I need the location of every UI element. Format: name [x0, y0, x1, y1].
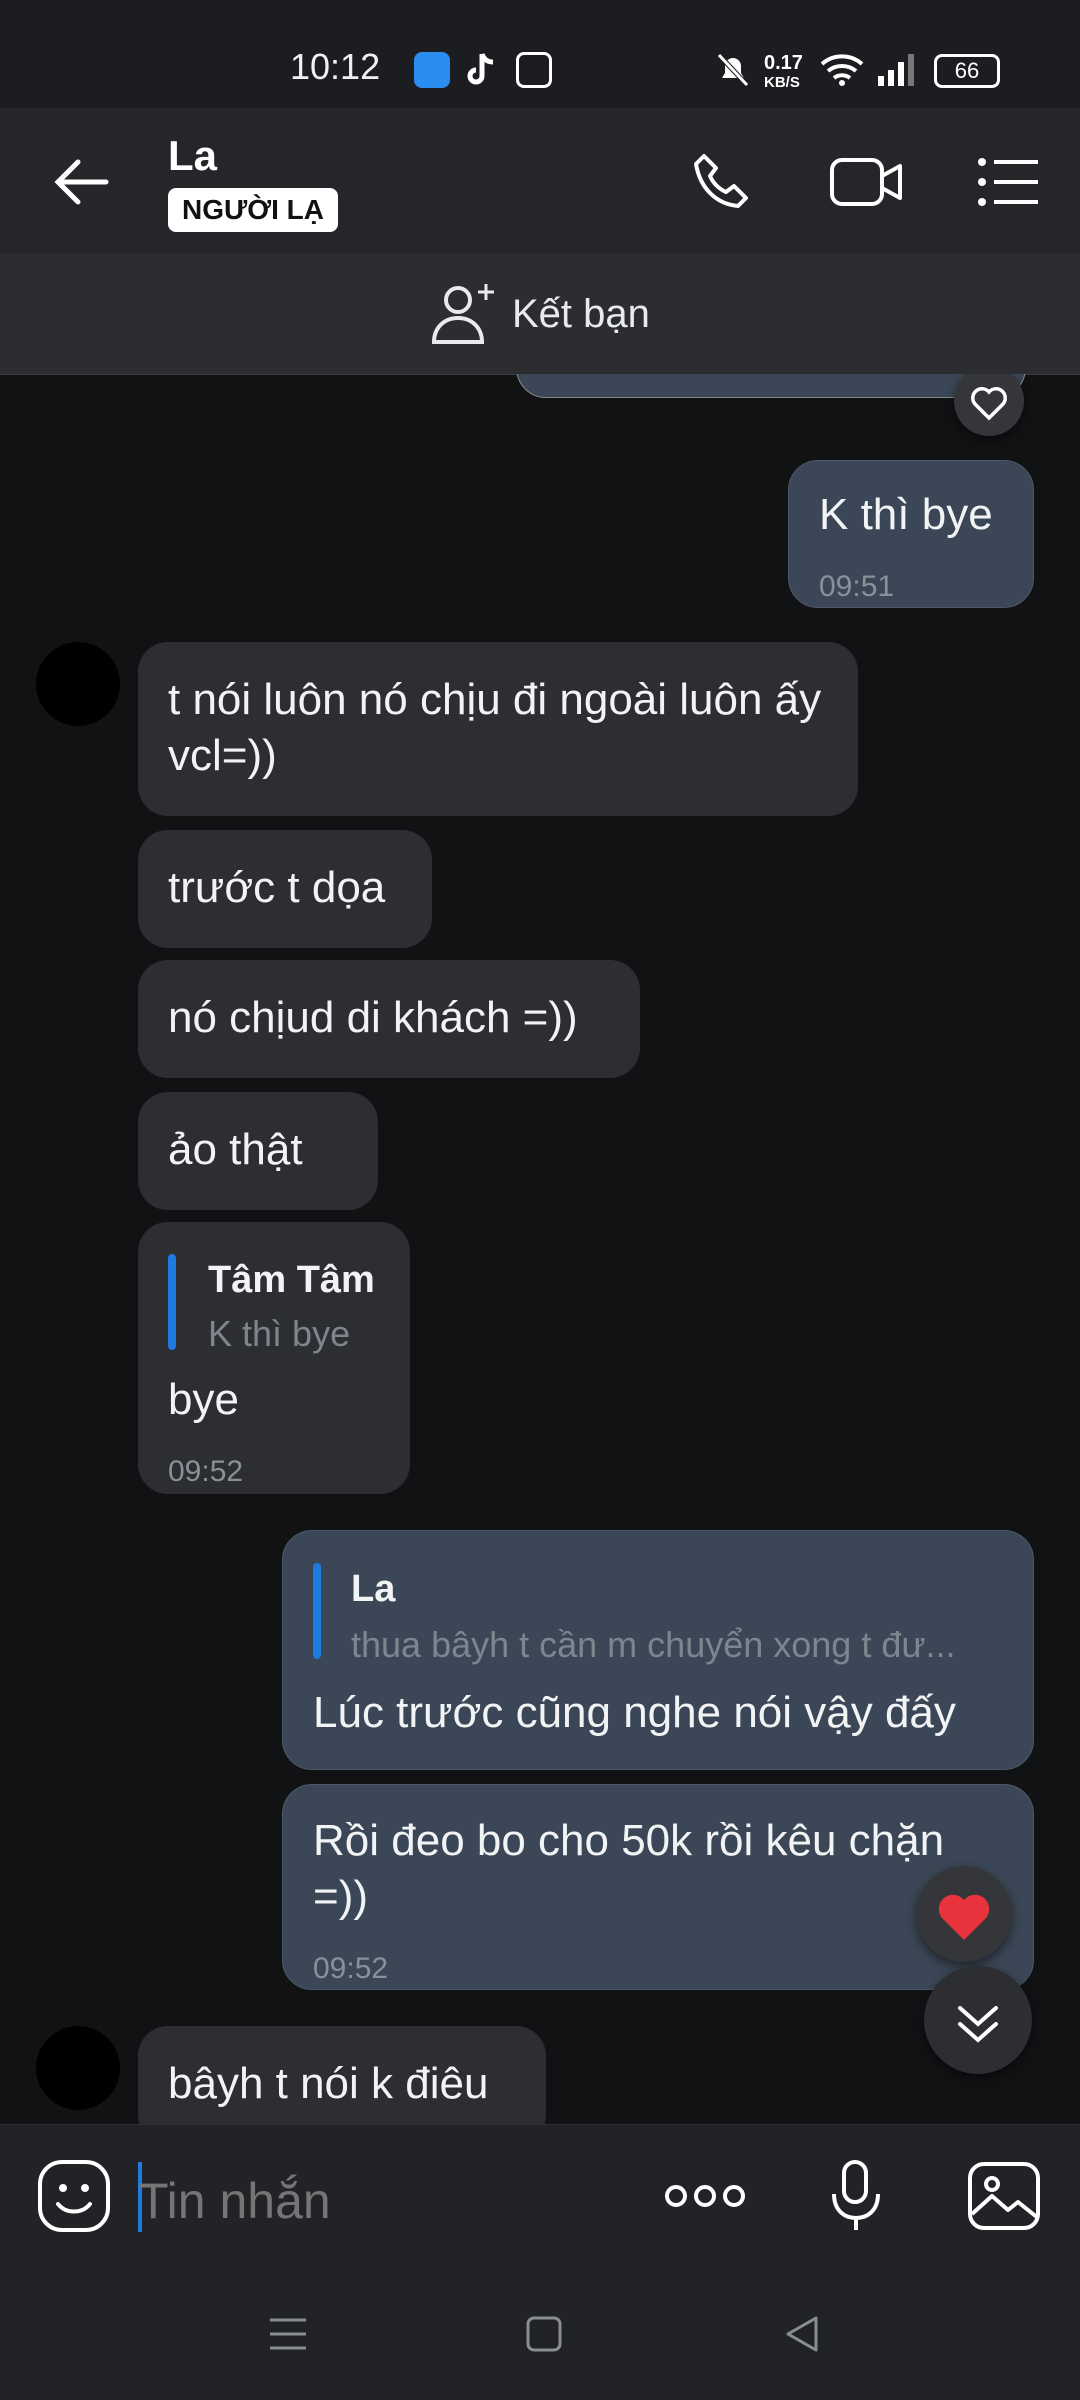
message-text: K thì bye: [819, 490, 993, 539]
add-friend-icon: [428, 280, 500, 351]
back-nav-icon[interactable]: [782, 2314, 822, 2359]
message-bubble-partial[interactable]: [516, 374, 1026, 398]
react-heart-button[interactable]: [954, 374, 1024, 436]
battery-icon: 66: [934, 54, 1000, 88]
reply-author: Tâm Tâm: [208, 1259, 375, 1301]
emoji-sticker-icon[interactable]: [36, 2158, 112, 2239]
add-friend-label[interactable]: Kết bạn: [512, 292, 650, 337]
battery-level: 66: [954, 58, 980, 83]
message-time: 09:51: [819, 570, 895, 603]
message-input[interactable]: [136, 2162, 640, 2240]
menu-list-icon[interactable]: [976, 154, 1040, 215]
message-text: bye: [168, 1375, 239, 1424]
message-text: t nói luôn nó chịu đi ngoài luôn ấy vcl=…: [168, 675, 822, 780]
message-text: Rồi đeo bo cho 50k rồi kêu chặn =)): [313, 1816, 945, 1921]
contact-name[interactable]: La: [168, 132, 217, 180]
message-time: 09:52: [168, 1455, 244, 1488]
message-text: Lúc trước cũng nghe nói vậy đấy: [313, 1688, 956, 1737]
status-bar: 10:12 0.17 KB/S 66: [0, 0, 1080, 108]
message-text: bâyh t nói k điêu: [168, 2059, 489, 2108]
message-bubble-out-reply[interactable]: La thua bâyh t cần m chuyển xong t đư...…: [282, 1530, 1034, 1770]
message-bubble-in[interactable]: bâyh t nói k điêu: [138, 2026, 546, 2124]
net-speed-unit: KB/S: [764, 74, 800, 91]
home-icon[interactable]: [524, 2314, 564, 2359]
message-text: trước t dọa: [168, 863, 386, 912]
message-text: ảo thật: [168, 1125, 303, 1174]
message-list[interactable]: K thì bye 09:51 t nói luôn nó chịu đi ng…: [0, 374, 1080, 2124]
reply-text: thua bâyh t cần m chuyển xong t đư...: [351, 1624, 956, 1665]
net-speed-value: 0.17: [764, 52, 803, 74]
message-bubble-in[interactable]: t nói luôn nó chịu đi ngoài luôn ấy vcl=…: [138, 642, 858, 816]
mute-bell-icon: [716, 52, 750, 93]
chat-header: [0, 108, 1080, 254]
more-options-icon[interactable]: [664, 2176, 746, 2221]
wifi-icon: [820, 52, 864, 91]
reply-author: La: [351, 1568, 396, 1610]
smiley-app-icon: [516, 52, 552, 88]
heart-reaction-button[interactable]: [916, 1866, 1012, 1962]
contact-avatar[interactable]: [36, 2026, 120, 2110]
message-bubble-in[interactable]: trước t dọa: [138, 830, 432, 948]
video-call-icon[interactable]: [828, 152, 904, 217]
stranger-badge: NGƯỜI LẠ: [168, 188, 338, 232]
reply-text: K thì bye: [208, 1313, 351, 1354]
status-time: 10:12: [290, 46, 381, 87]
message-bubble-in[interactable]: ảo thật: [138, 1092, 378, 1210]
message-bubble-in-reply[interactable]: Tâm Tâm K thì bye bye 09:52: [138, 1222, 410, 1494]
voice-mic-icon[interactable]: [828, 2158, 888, 2239]
tiktok-icon: [462, 50, 498, 95]
app-notification-icon: [414, 52, 450, 88]
reply-quote-bar: [168, 1254, 176, 1350]
recent-apps-icon[interactable]: [266, 2314, 310, 2359]
message-bubble-out[interactable]: K thì bye 09:51: [788, 460, 1034, 608]
back-arrow-icon[interactable]: [52, 152, 112, 217]
scroll-to-bottom-button[interactable]: [924, 1966, 1032, 2074]
message-text: nó chịud di khách =)): [168, 993, 578, 1042]
signal-icon: [876, 52, 920, 91]
phone-call-icon[interactable]: [690, 150, 754, 219]
message-time: 09:52: [313, 1952, 389, 1985]
gallery-image-icon[interactable]: [966, 2160, 1042, 2237]
contact-avatar[interactable]: [36, 642, 120, 726]
message-bubble-in[interactable]: nó chịud di khách =)): [138, 960, 640, 1078]
reply-quote-bar: [313, 1563, 321, 1659]
